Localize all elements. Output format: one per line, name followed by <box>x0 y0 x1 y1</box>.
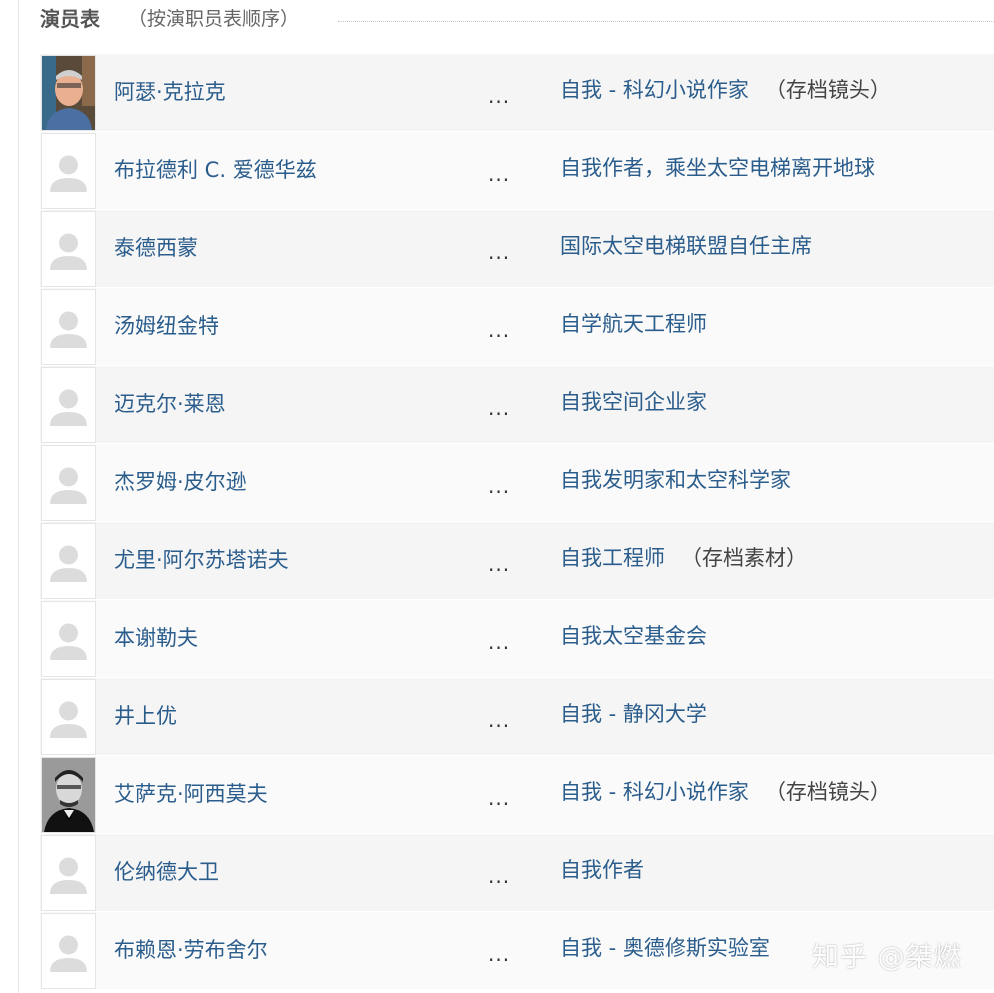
character-cell: 自我发明家和太空科学家 <box>560 466 791 494</box>
ellipsis-separator: ... <box>488 318 511 342</box>
cast-header: 演员表 （按演职员表顺序） <box>40 0 994 40</box>
character-cell: 自学航天工程师 <box>560 310 707 338</box>
person-silhouette-icon <box>42 836 95 910</box>
character-note: （存档镜头） <box>764 78 891 102</box>
actor-name-link[interactable]: 井上优 <box>114 702 177 730</box>
header-dotted-rule <box>338 21 994 22</box>
actor-name-link[interactable]: 迈克尔·莱恩 <box>114 390 226 418</box>
character-name-link[interactable]: 自我太空基金会 <box>560 624 707 648</box>
ellipsis-separator: ... <box>488 84 511 108</box>
actor-photo[interactable] <box>41 133 96 209</box>
character-cell: 自我作者 <box>560 856 644 884</box>
person-silhouette-icon <box>42 368 95 442</box>
character-cell: 自我 - 科幻小说作家 （存档镜头） <box>560 76 891 104</box>
character-cell: 自我 - 静冈大学 <box>560 700 707 728</box>
actor-photo[interactable] <box>41 757 96 833</box>
actor-photo[interactable] <box>41 367 96 443</box>
character-name-link[interactable]: 自学航天工程师 <box>560 312 707 336</box>
character-name-link[interactable]: 自我作者，乘坐太空电梯离开地球 <box>560 156 875 180</box>
ellipsis-separator: ... <box>488 864 511 888</box>
person-silhouette-icon <box>42 680 95 754</box>
cast-row: 汤姆纽金特... 自学航天工程师 <box>40 288 994 366</box>
actor-name-link[interactable]: 布拉德利 C. 爱德华兹 <box>114 156 317 184</box>
actor-name-link[interactable]: 阿瑟·克拉克 <box>114 78 226 106</box>
cast-row: 阿瑟·克拉克... 自我 - 科幻小说作家 （存档镜头） <box>40 54 994 132</box>
character-name-link[interactable]: 自我 - 科幻小说作家 <box>560 78 749 102</box>
character-cell: 自我太空基金会 <box>560 622 707 650</box>
person-silhouette-icon <box>42 524 95 598</box>
actor-portrait-icon <box>42 758 95 832</box>
cast-row: 本谢勒夫... 自我太空基金会 <box>40 600 994 678</box>
watermark: 知乎 @桀燃 <box>812 942 962 973</box>
cast-row: 泰德西蒙... 国际太空电梯联盟自任主席 <box>40 210 994 288</box>
cast-row: 迈克尔·莱恩... 自我空间企业家 <box>40 366 994 444</box>
person-silhouette-icon <box>42 212 95 286</box>
actor-name-link[interactable]: 艾萨克·阿西莫夫 <box>114 780 268 808</box>
actor-name-link[interactable]: 杰罗姆·皮尔逊 <box>114 468 247 496</box>
character-name-link[interactable]: 自我工程师 <box>560 546 665 570</box>
cast-row: 布拉德利 C. 爱德华兹... 自我作者，乘坐太空电梯离开地球 <box>40 132 994 210</box>
person-silhouette-icon <box>42 914 95 988</box>
cast-row: 伦纳德大卫... 自我作者 <box>40 834 994 912</box>
actor-photo[interactable] <box>41 913 96 989</box>
cast-row: 杰罗姆·皮尔逊... 自我发明家和太空科学家 <box>40 444 994 522</box>
character-name-link[interactable]: 自我空间企业家 <box>560 390 707 414</box>
ellipsis-separator: ... <box>488 786 511 810</box>
cast-list: 阿瑟·克拉克... 自我 - 科幻小说作家 （存档镜头） 布拉德利 C. 爱德华兹..… <box>40 54 994 990</box>
person-silhouette-icon <box>42 446 95 520</box>
actor-photo[interactable] <box>41 601 96 677</box>
character-cell: 自我作者，乘坐太空电梯离开地球 <box>560 154 875 182</box>
character-note: （存档素材） <box>681 546 807 570</box>
section-title: 演员表 <box>40 7 100 31</box>
character-name-link[interactable]: 自我 - 科幻小说作家 <box>560 780 749 804</box>
actor-portrait-icon <box>42 56 95 130</box>
actor-photo[interactable] <box>41 211 96 287</box>
actor-photo[interactable] <box>41 55 96 131</box>
character-cell: 国际太空电梯联盟自任主席 <box>560 232 812 260</box>
ellipsis-separator: ... <box>488 474 511 498</box>
ellipsis-separator: ... <box>488 552 511 576</box>
character-name-link[interactable]: 自我作者 <box>560 858 644 882</box>
character-name-link[interactable]: 国际太空电梯联盟自任主席 <box>560 234 812 258</box>
ellipsis-separator: ... <box>488 942 511 966</box>
character-cell: 自我 - 奥德修斯实验室 <box>560 934 770 962</box>
character-name-link[interactable]: 自我 - 奥德修斯实验室 <box>560 936 770 960</box>
person-silhouette-icon <box>42 602 95 676</box>
character-name-link[interactable]: 自我发明家和太空科学家 <box>560 468 791 492</box>
actor-name-link[interactable]: 本谢勒夫 <box>114 624 198 652</box>
cast-row: 艾萨克·阿西莫夫... 自我 - 科幻小说作家 （存档镜头） <box>40 756 994 834</box>
actor-name-link[interactable]: 泰德西蒙 <box>114 234 198 262</box>
actor-photo[interactable] <box>41 523 96 599</box>
actor-name-link[interactable]: 尤里·阿尔苏塔诺夫 <box>114 546 289 574</box>
character-note: （存档镜头） <box>764 780 891 804</box>
ellipsis-separator: ... <box>488 240 511 264</box>
person-silhouette-icon <box>42 290 95 364</box>
character-name-link[interactable]: 自我 - 静冈大学 <box>560 702 707 726</box>
cast-row: 井上优... 自我 - 静冈大学 <box>40 678 994 756</box>
actor-photo[interactable] <box>41 445 96 521</box>
actor-photo[interactable] <box>41 835 96 911</box>
actor-photo[interactable] <box>41 679 96 755</box>
ellipsis-separator: ... <box>488 162 511 186</box>
actor-name-link[interactable]: 伦纳德大卫 <box>114 858 219 886</box>
actor-name-link[interactable]: 布赖恩·劳布舍尔 <box>114 936 268 964</box>
ellipsis-separator: ... <box>488 708 511 732</box>
character-cell: 自我 - 科幻小说作家 （存档镜头） <box>560 778 891 806</box>
actor-photo[interactable] <box>41 289 96 365</box>
ellipsis-separator: ... <box>488 630 511 654</box>
character-cell: 自我空间企业家 <box>560 388 707 416</box>
left-divider <box>18 0 19 993</box>
ellipsis-separator: ... <box>488 396 511 420</box>
actor-name-link[interactable]: 汤姆纽金特 <box>114 312 219 340</box>
person-silhouette-icon <box>42 134 95 208</box>
cast-row: 尤里·阿尔苏塔诺夫... 自我工程师 （存档素材） <box>40 522 994 600</box>
character-cell: 自我工程师 （存档素材） <box>560 544 807 572</box>
section-subtitle: （按演职员表顺序） <box>128 8 300 30</box>
